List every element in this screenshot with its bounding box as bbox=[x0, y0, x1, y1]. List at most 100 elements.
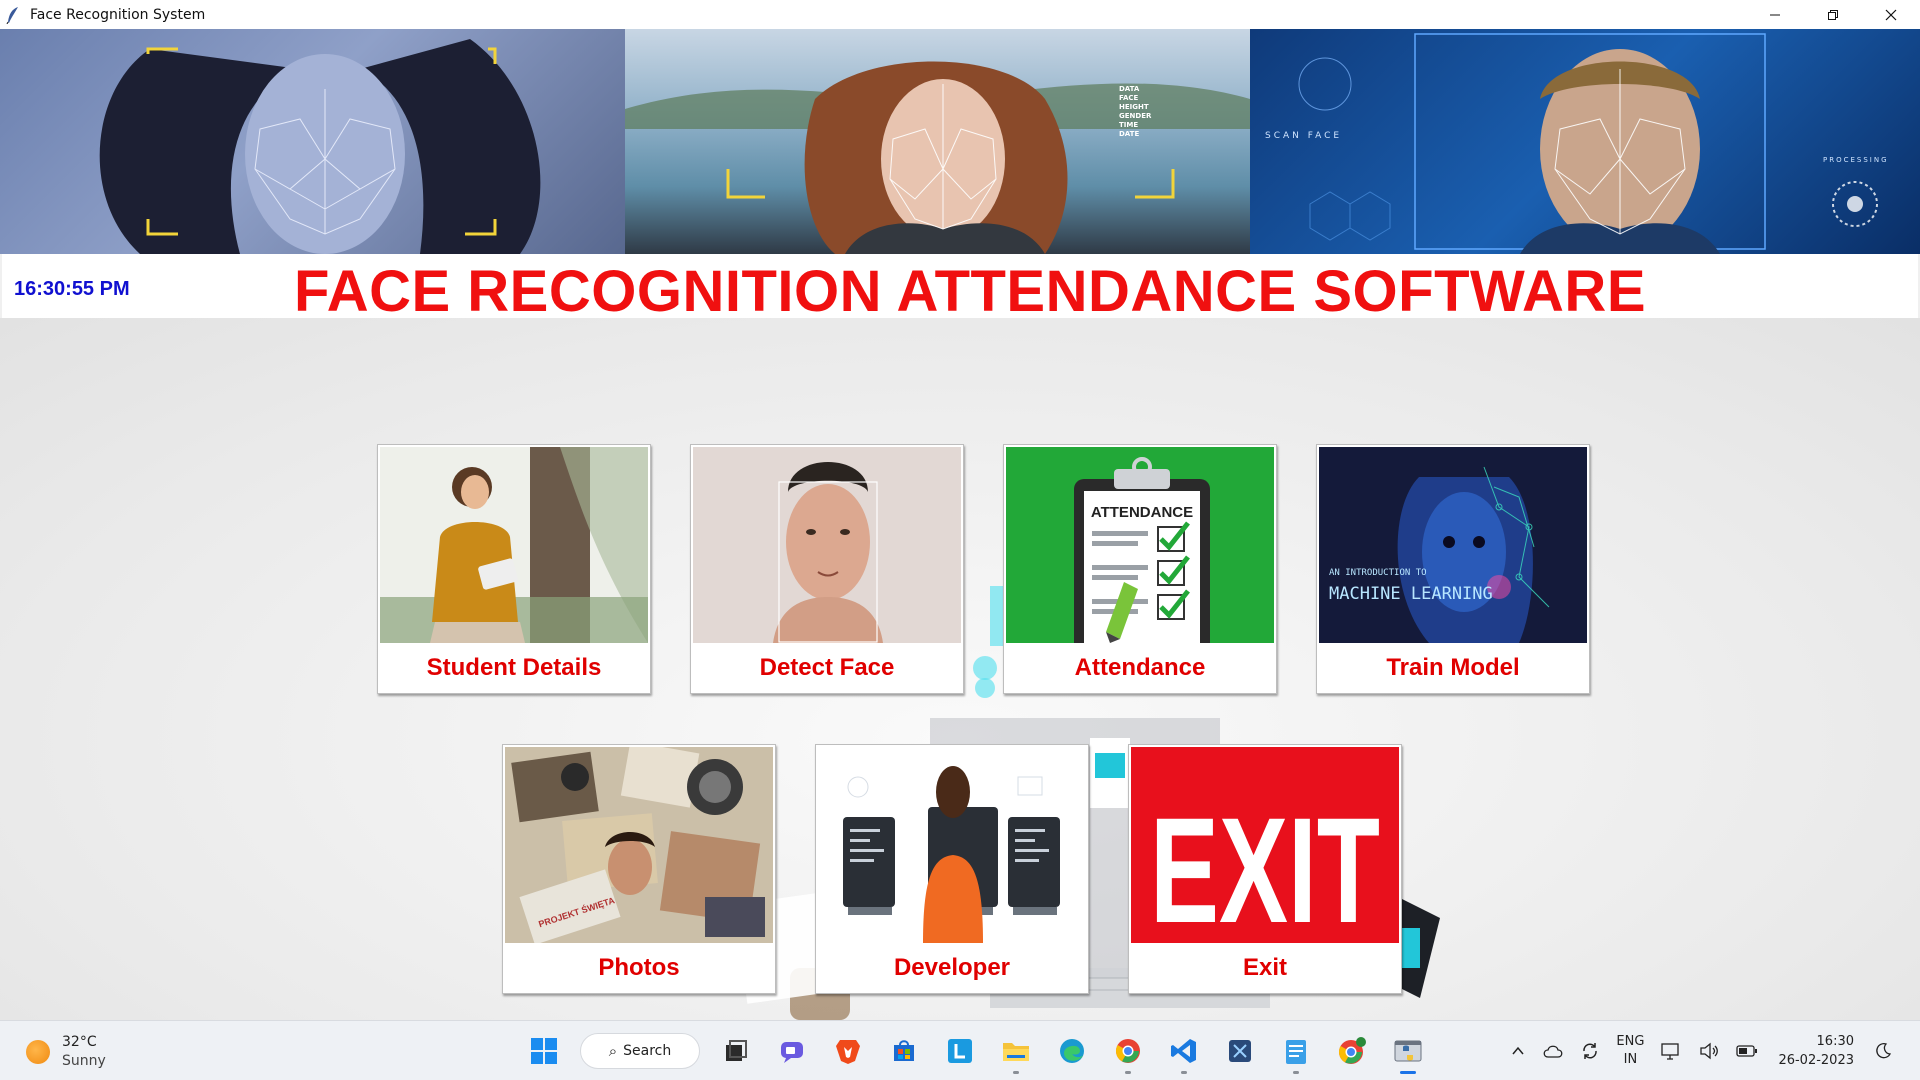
search-icon: ⌕ bbox=[608, 1042, 618, 1060]
edge-browser-button[interactable] bbox=[1052, 1031, 1092, 1071]
network-monitor-icon bbox=[1661, 1043, 1680, 1060]
brave-browser-button[interactable] bbox=[828, 1031, 868, 1071]
volume-tray-button[interactable] bbox=[1698, 1041, 1720, 1061]
developer-button[interactable]: Developer bbox=[815, 744, 1089, 994]
attendance-button[interactable]: ATTENDANCE Attendance bbox=[1003, 444, 1277, 694]
developer-illustration-icon bbox=[818, 747, 1086, 943]
moon-icon bbox=[1876, 1043, 1892, 1059]
show-hidden-icons-button[interactable] bbox=[1510, 1043, 1526, 1059]
speaker-icon bbox=[1700, 1042, 1719, 1060]
photo-collage-icon: PROJEKT ŚWIĘTA bbox=[505, 747, 773, 943]
student-details-label: Student Details bbox=[378, 645, 650, 691]
close-icon bbox=[1885, 9, 1897, 20]
banner-label-processing: PROCESSING bbox=[1823, 156, 1889, 164]
network-tray-button[interactable] bbox=[1660, 1041, 1682, 1061]
search-label: Search bbox=[623, 1043, 672, 1059]
video-chat-icon bbox=[781, 1042, 803, 1063]
weather-condition: Sunny bbox=[62, 1053, 106, 1069]
brave-lion-icon bbox=[836, 1040, 860, 1064]
close-button[interactable] bbox=[1862, 0, 1920, 29]
weather-widget[interactable]: 32°C Sunny bbox=[26, 1033, 106, 1071]
chrome-browser-button[interactable] bbox=[1108, 1031, 1148, 1074]
onedrive-tray-button[interactable] bbox=[1542, 1043, 1564, 1059]
detect-face-button[interactable]: Detect Face bbox=[690, 444, 964, 694]
tray-time: 16:30 bbox=[1816, 1034, 1854, 1049]
train-model-label: Train Model bbox=[1317, 645, 1589, 691]
banner-label-face: FACE bbox=[1119, 94, 1139, 102]
start-button[interactable] bbox=[524, 1031, 564, 1071]
store-bag-icon bbox=[894, 1040, 914, 1061]
window-title: Face Recognition System bbox=[30, 6, 206, 23]
sync-icon bbox=[1583, 1043, 1598, 1059]
train-model-image-text-2: MACHINE LEARNING bbox=[1329, 584, 1493, 604]
battery-tray-button[interactable] bbox=[1736, 1044, 1758, 1058]
banner-label-date: DATE bbox=[1119, 130, 1139, 138]
train-model-button[interactable]: AN INTRODUCTION TO MACHINE LEARNING Trai… bbox=[1316, 444, 1590, 694]
sun-icon bbox=[26, 1040, 50, 1064]
notepad-button[interactable] bbox=[1276, 1031, 1316, 1074]
student-details-button[interactable]: Student Details bbox=[377, 444, 651, 694]
chat-app-button[interactable] bbox=[772, 1031, 812, 1071]
window-titlebar: Face Recognition System bbox=[0, 0, 1920, 29]
banner-face-mesh-woman-2: DATA FACE HEIGHT GENDER TIME DATE bbox=[625, 29, 1250, 254]
exit-button[interactable]: EXIT Exit bbox=[1128, 744, 1402, 994]
vscode-icon bbox=[1171, 1039, 1196, 1063]
exit-image-text: EXIT bbox=[1150, 786, 1380, 943]
taskbar-apps: ⌕ Search bbox=[516, 1031, 1436, 1074]
chrome-profile-button[interactable] bbox=[1332, 1031, 1372, 1071]
taskbar-search[interactable]: ⌕ Search bbox=[580, 1033, 700, 1069]
language-line-2: IN bbox=[1623, 1052, 1638, 1067]
main-content: Student Details Detect Face ATTENDANCE A… bbox=[0, 318, 1920, 1020]
cloud-icon bbox=[1544, 1045, 1563, 1058]
battery-icon bbox=[1736, 1045, 1758, 1057]
chevron-up-icon bbox=[1512, 1046, 1524, 1055]
banner-label-gender: GENDER bbox=[1119, 112, 1152, 120]
tray-date: 26-02-2023 bbox=[1778, 1053, 1854, 1068]
attendance-label: Attendance bbox=[1004, 645, 1276, 691]
task-view-button[interactable] bbox=[716, 1031, 756, 1071]
photos-button[interactable]: PROJEKT ŚWIĘTA Photos bbox=[502, 744, 776, 994]
photos-label: Photos bbox=[503, 945, 775, 991]
chrome-icon bbox=[1115, 1039, 1140, 1063]
window-controls bbox=[1746, 0, 1920, 29]
folder-icon bbox=[1003, 1043, 1029, 1061]
chrome-profile-icon bbox=[1338, 1037, 1366, 1064]
sync-tray-button[interactable] bbox=[1580, 1041, 1600, 1061]
restore-button[interactable] bbox=[1804, 0, 1862, 29]
python-app-button[interactable] bbox=[1388, 1031, 1428, 1074]
snipping-tool-icon bbox=[1229, 1040, 1251, 1062]
attendance-image-text: ATTENDANCE bbox=[1091, 504, 1193, 521]
minimize-icon bbox=[1770, 14, 1780, 15]
taskbar: 32°C Sunny ⌕ Search ENG IN 16:30 26-02-2… bbox=[0, 1020, 1920, 1080]
snipping-tool-button[interactable] bbox=[1220, 1031, 1260, 1071]
clock-tray-button[interactable]: 16:30 26-02-2023 bbox=[1778, 1032, 1854, 1070]
notifications-button[interactable] bbox=[1874, 1042, 1892, 1060]
banner-label-data: DATA bbox=[1119, 85, 1140, 93]
face-scan-photo-icon bbox=[693, 447, 961, 643]
weather-temp: 32°C bbox=[62, 1034, 97, 1050]
banner-label-time: TIME bbox=[1119, 121, 1138, 129]
exit-label: Exit bbox=[1129, 945, 1401, 991]
clock-label: 16:30:55 PM bbox=[14, 278, 130, 300]
restore-icon bbox=[1828, 9, 1838, 20]
heading-strip: 16:30:55 PM FACE RECOGNITION ATTENDANCE … bbox=[2, 254, 1918, 324]
notepad-icon bbox=[1286, 1040, 1306, 1064]
microsoft-store-button[interactable] bbox=[884, 1031, 924, 1071]
file-explorer-button[interactable] bbox=[996, 1031, 1036, 1074]
l-app-button[interactable] bbox=[940, 1031, 980, 1071]
banner-face-mesh-woman-1 bbox=[0, 29, 625, 254]
page-title: FACE RECOGNITION ATTENDANCE SOFTWARE bbox=[294, 259, 1646, 324]
header-banner: DATA FACE HEIGHT GENDER TIME DATE SCAN F… bbox=[0, 29, 1920, 254]
windows-logo-icon bbox=[531, 1038, 557, 1064]
feather-app-icon bbox=[6, 6, 18, 24]
banner-label-height: HEIGHT bbox=[1119, 103, 1149, 111]
train-model-image-text-1: AN INTRODUCTION TO bbox=[1329, 568, 1427, 578]
banner-label-scan-face: SCAN FACE bbox=[1265, 131, 1342, 141]
language-line-1: ENG bbox=[1616, 1034, 1645, 1049]
exit-sign-icon: EXIT bbox=[1131, 747, 1399, 943]
vscode-button[interactable] bbox=[1164, 1031, 1204, 1074]
language-indicator[interactable]: ENG IN bbox=[1616, 1033, 1644, 1069]
attendance-clipboard-icon: ATTENDANCE bbox=[1006, 447, 1274, 643]
python-feather-app-icon bbox=[1394, 1040, 1422, 1062]
minimize-button[interactable] bbox=[1746, 0, 1804, 29]
